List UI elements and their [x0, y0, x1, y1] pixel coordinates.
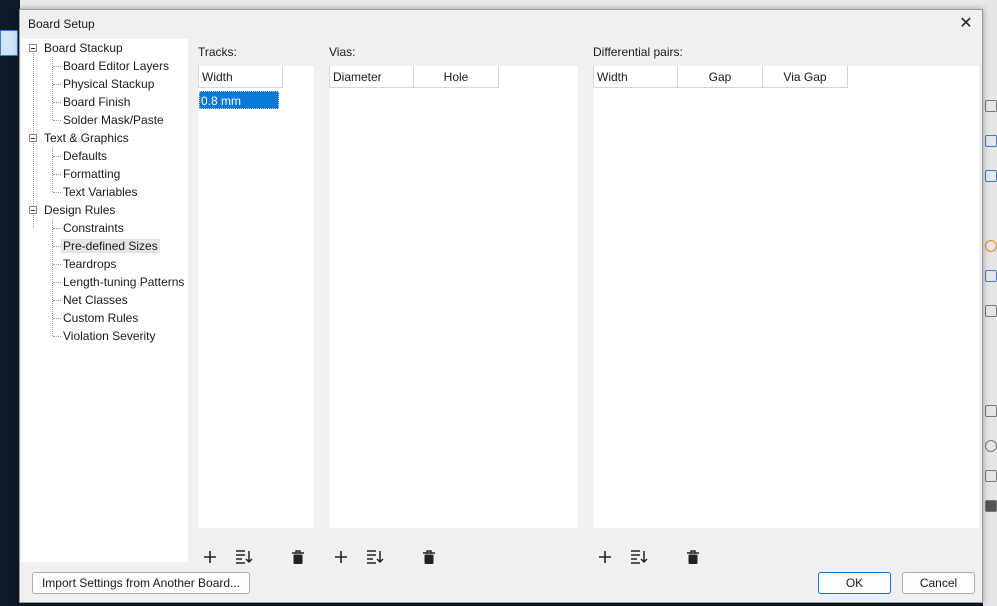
selected-tool-icon[interactable]: [0, 30, 18, 56]
tree-item-teardrops[interactable]: Teardrops: [63, 255, 116, 273]
tree-connector: [53, 174, 61, 175]
diff-pairs-sort-button[interactable]: [628, 546, 650, 568]
plus-icon: [204, 551, 216, 563]
tree-group-board-stackup[interactable]: Board Stackup: [44, 39, 123, 57]
tree-item-defaults[interactable]: Defaults: [63, 147, 107, 165]
tree-connector: [53, 156, 61, 157]
ok-button[interactable]: OK: [818, 572, 891, 594]
tool-icon[interactable]: [985, 100, 997, 112]
tree-connector: [53, 102, 61, 103]
tool-icon[interactable]: [985, 270, 997, 282]
editor-toolbar-background: [0, 0, 997, 9]
tree-connector: [52, 147, 53, 192]
diff-pairs-add-button[interactable]: [594, 546, 616, 568]
vias-add-button[interactable]: [330, 546, 352, 568]
tracks-delete-button[interactable]: [287, 546, 309, 568]
vias-grid[interactable]: Diameter Hole: [329, 66, 578, 528]
diff-pairs-col-gap[interactable]: Gap: [678, 66, 763, 88]
tree-connector: [53, 300, 61, 301]
tree-connector: [53, 120, 61, 121]
diff-pairs-col-via-gap[interactable]: Via Gap: [763, 66, 848, 88]
collapse-icon[interactable]: [29, 206, 37, 214]
tree-item-text-variables[interactable]: Text Variables: [63, 183, 137, 201]
tree-group-text-graphics[interactable]: Text & Graphics: [44, 129, 129, 147]
cancel-button[interactable]: Cancel: [902, 572, 975, 594]
board-setup-dialog: Board Setup ✕ Board Stackup Board Editor…: [19, 9, 983, 603]
dialog-titlebar[interactable]: Board Setup ✕: [20, 10, 982, 38]
tree-item-board-finish[interactable]: Board Finish: [63, 93, 130, 111]
vias-col-hole[interactable]: Hole: [414, 66, 499, 88]
plus-icon: [599, 551, 611, 563]
diff-pairs-grid[interactable]: Width Gap Via Gap: [593, 66, 979, 528]
tool-icon[interactable]: [985, 170, 997, 182]
import-settings-button[interactable]: Import Settings from Another Board...: [32, 572, 250, 594]
editor-left-toolbar: [0, 0, 20, 606]
tree-connector: [53, 246, 61, 247]
tool-icon[interactable]: [985, 405, 997, 417]
tree-connector: [53, 264, 61, 265]
diff-pairs-delete-button[interactable]: [682, 546, 704, 568]
diff-pairs-label: Differential pairs:: [593, 45, 683, 59]
tool-icon[interactable]: [985, 440, 997, 452]
tree-connector: [53, 336, 61, 337]
vias-label: Vias:: [329, 45, 356, 59]
sort-down-icon: [631, 550, 648, 564]
tree-connector: [53, 66, 61, 67]
tree-item-length-tuning-patterns[interactable]: Length-tuning Patterns: [63, 273, 184, 291]
sort-down-icon: [367, 550, 384, 564]
tracks-label: Tracks:: [198, 45, 237, 59]
editor-right-toolbar: [983, 0, 997, 606]
tree-connector: [53, 192, 61, 193]
vias-col-diameter[interactable]: Diameter: [329, 66, 414, 88]
selected-tree-label: Pre-defined Sizes: [61, 239, 160, 253]
tracks-col-width[interactable]: Width: [198, 66, 283, 88]
tree-connector: [53, 318, 61, 319]
tool-icon[interactable]: [985, 135, 997, 147]
collapse-icon[interactable]: [29, 44, 37, 52]
tool-icon[interactable]: [985, 240, 997, 252]
tree-item-net-classes[interactable]: Net Classes: [63, 291, 128, 309]
tree-item-violation-severity[interactable]: Violation Severity: [63, 327, 156, 345]
tool-icon[interactable]: [985, 470, 997, 482]
tree-item-pre-defined-sizes[interactable]: Pre-defined Sizes: [61, 237, 160, 255]
tree-item-board-editor-layers[interactable]: Board Editor Layers: [63, 57, 169, 75]
vias-sort-button[interactable]: [364, 546, 386, 568]
diff-pairs-col-width[interactable]: Width: [593, 66, 678, 88]
tracks-grid[interactable]: Width 0.8 mm: [198, 66, 314, 528]
tree-item-formatting[interactable]: Formatting: [63, 165, 120, 183]
settings-tree: Board Stackup Board Editor Layers Physic…: [21, 39, 188, 562]
tree-connector: [53, 282, 61, 283]
tree-item-physical-stackup[interactable]: Physical Stackup: [63, 75, 154, 93]
sort-down-icon: [236, 550, 253, 564]
tree-item-custom-rules[interactable]: Custom Rules: [63, 309, 138, 327]
tree-connector: [53, 84, 61, 85]
tool-icon[interactable]: [985, 305, 997, 317]
tool-icon[interactable]: [985, 500, 997, 512]
dialog-title: Board Setup: [28, 17, 95, 31]
close-icon[interactable]: ✕: [956, 14, 976, 34]
plus-icon: [335, 551, 347, 563]
vias-delete-button[interactable]: [418, 546, 440, 568]
collapse-icon[interactable]: [29, 134, 37, 142]
tree-item-solder-mask-paste[interactable]: Solder Mask/Paste: [63, 111, 164, 129]
tree-item-constraints[interactable]: Constraints: [63, 219, 124, 237]
tree-group-design-rules[interactable]: Design Rules: [44, 201, 115, 219]
predefined-sizes-panel: Tracks: Width 0.8 mm Vias: Diameter Hole: [190, 39, 981, 564]
tracks-cell-width[interactable]: 0.8 mm: [199, 91, 279, 109]
tracks-sort-button[interactable]: [233, 546, 255, 568]
tracks-add-button[interactable]: [199, 546, 221, 568]
tree-connector: [53, 228, 61, 229]
trash-icon: [423, 549, 435, 564]
trash-icon: [687, 549, 699, 564]
trash-icon: [292, 549, 304, 564]
